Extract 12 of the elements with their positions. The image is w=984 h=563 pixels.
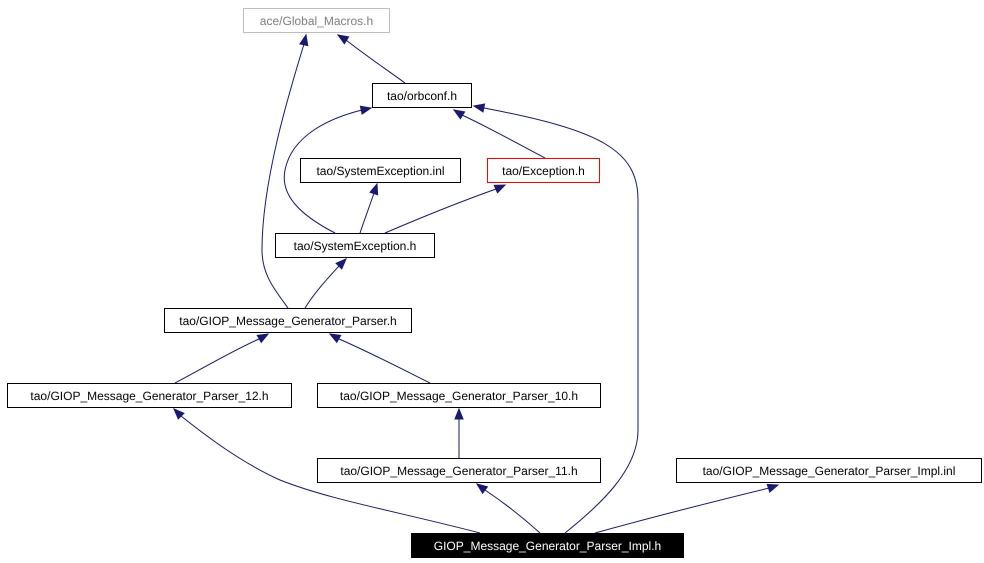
file-node[interactable]: tao/orbconf.h: [372, 83, 472, 108]
dependency-arrow: [336, 34, 406, 84]
file-node[interactable]: tao/SystemException.h: [275, 233, 435, 258]
file-node[interactable]: tao/GIOP_Message_Generator_Parser_12.h: [7, 383, 292, 408]
file-node[interactable]: tao/Exception.h: [487, 158, 600, 183]
file-node[interactable]: tao/GIOP_Message_Generator_Parser_10.h: [317, 383, 601, 408]
file-node[interactable]: tao/GIOP_Message_Generator_Parser_Impl.inl: [676, 458, 982, 483]
file-node: GIOP_Message_Generator_Parser_Impl.h: [411, 533, 684, 558]
file-node[interactable]: tao/GIOP_Message_Generator_Parser.h: [164, 308, 412, 333]
file-node[interactable]: tao/SystemException.inl: [300, 158, 461, 183]
file-node[interactable]: ace/Global_Macros.h: [243, 8, 390, 33]
file-node[interactable]: tao/GIOP_Message_Generator_Parser_11.h: [317, 458, 601, 483]
